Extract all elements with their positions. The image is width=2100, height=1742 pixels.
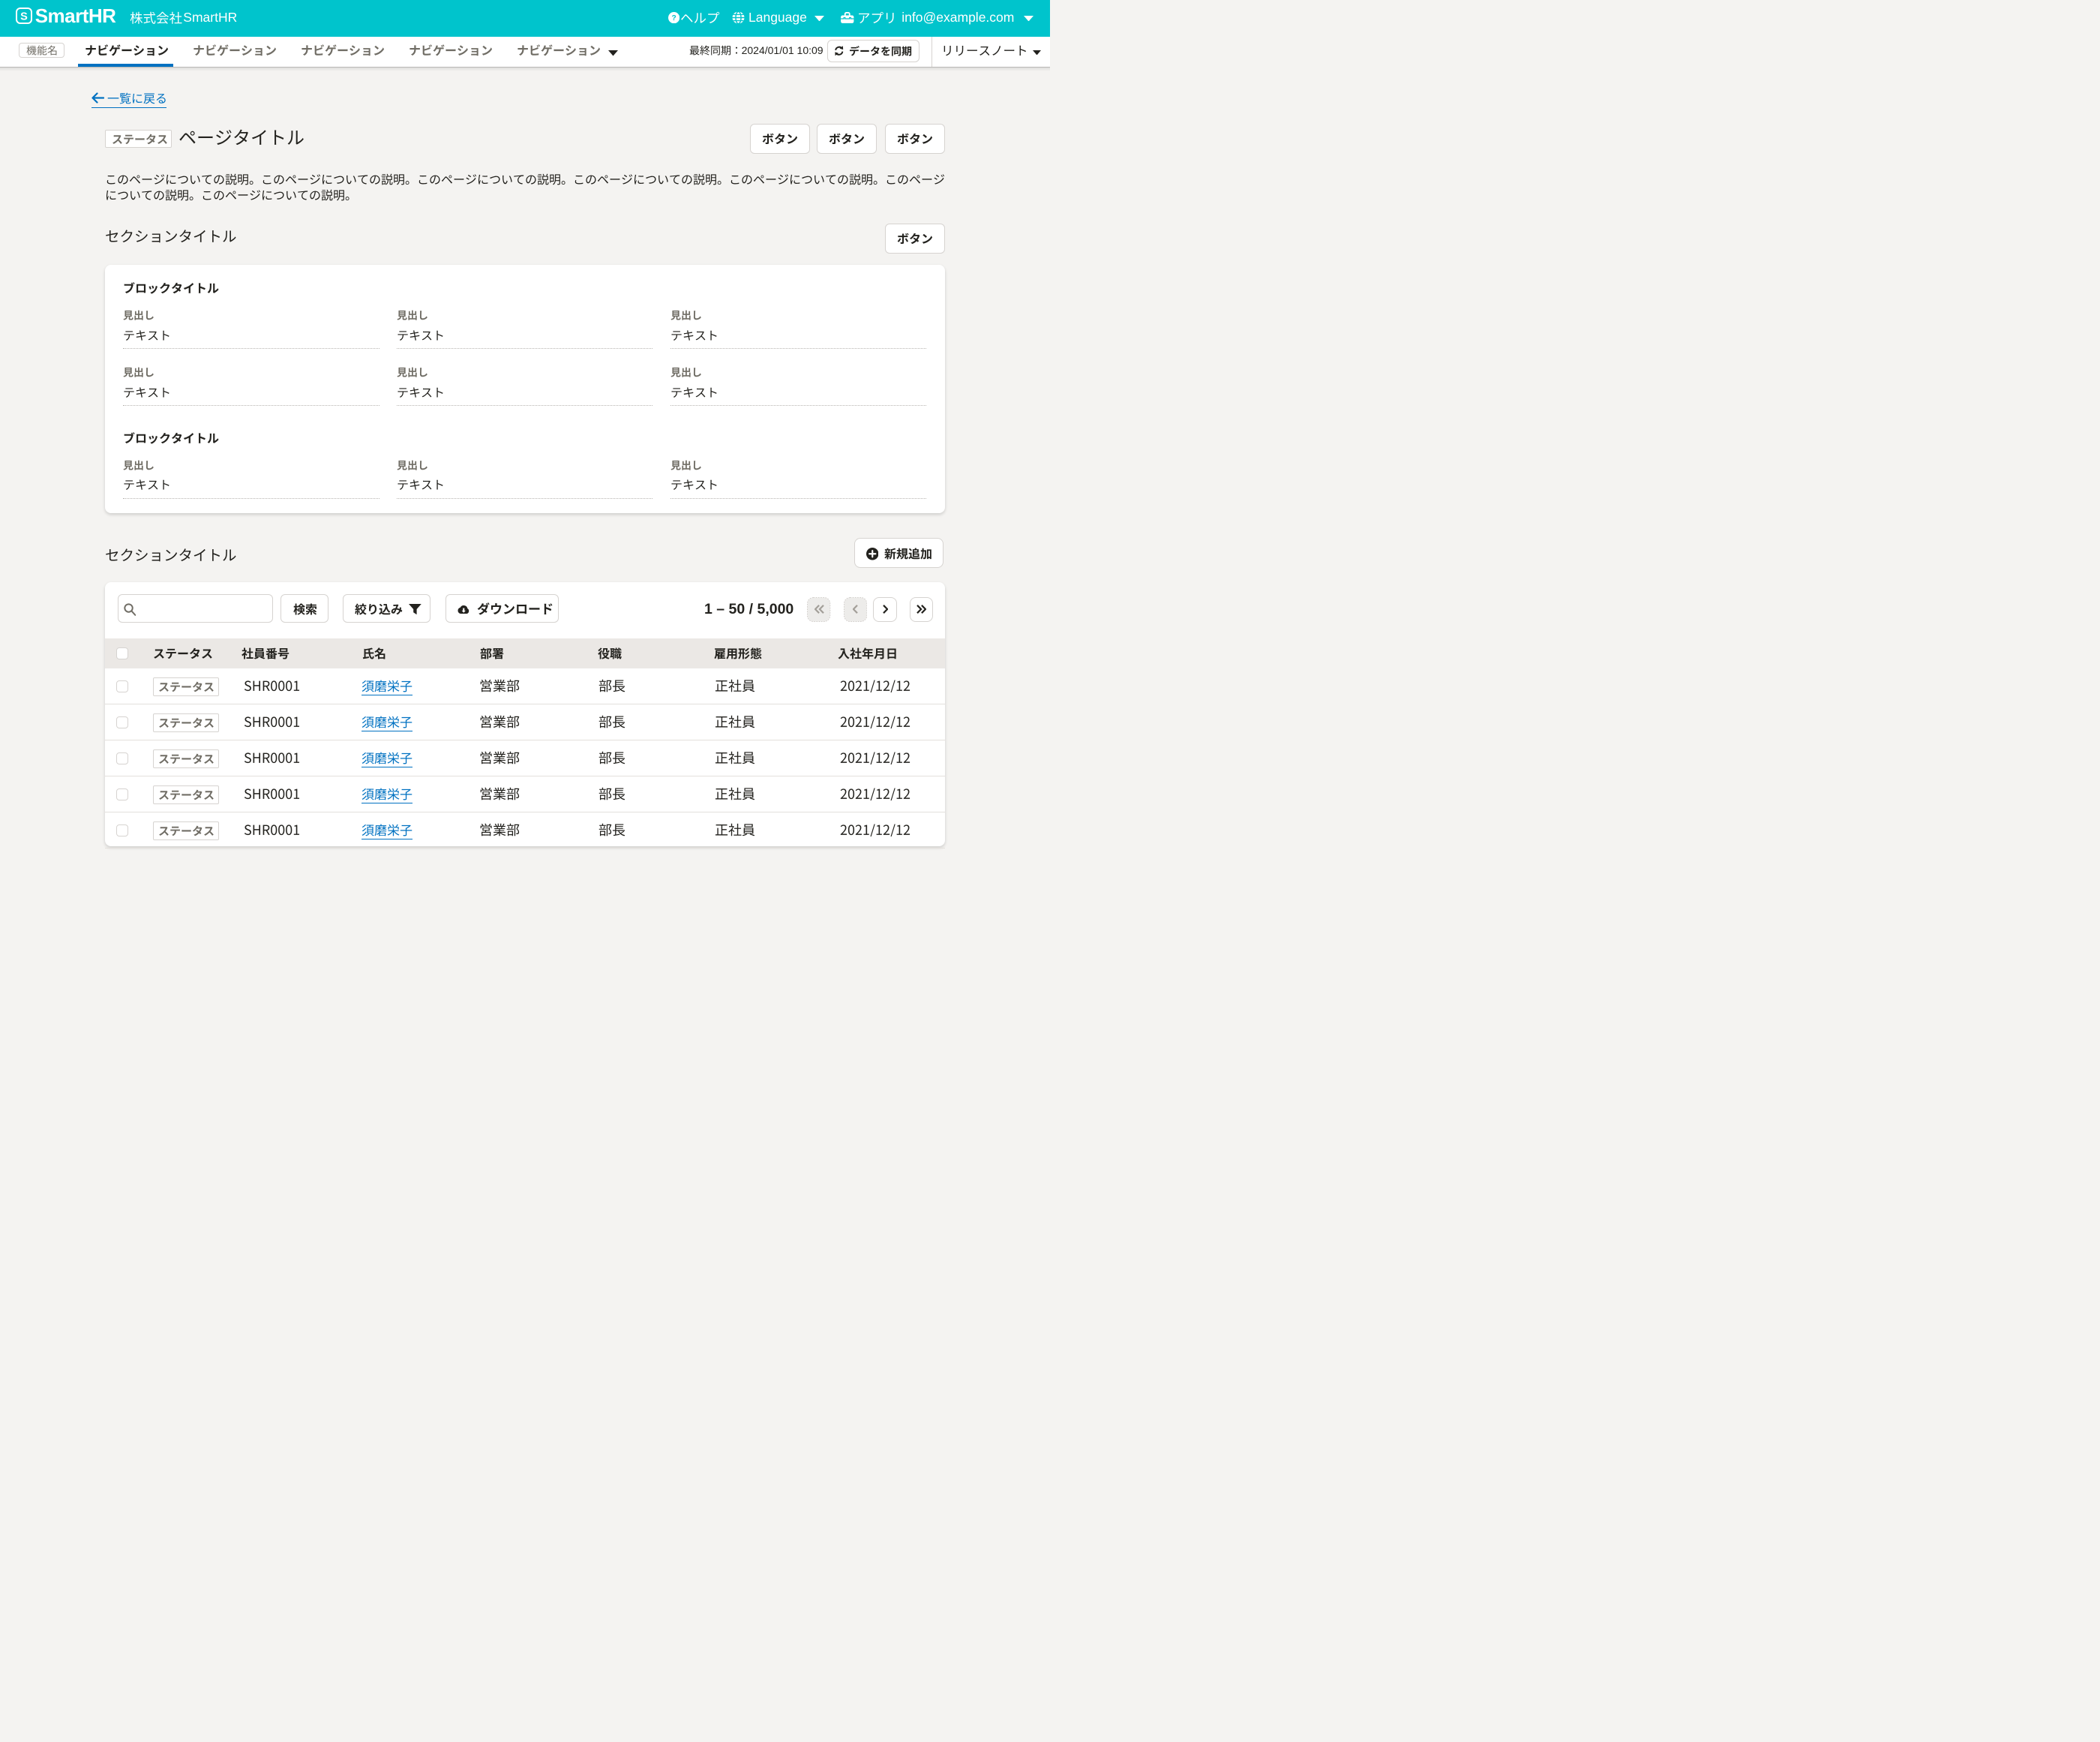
svg-text:?: ? [671, 14, 676, 23]
svg-text:S: S [20, 11, 28, 23]
